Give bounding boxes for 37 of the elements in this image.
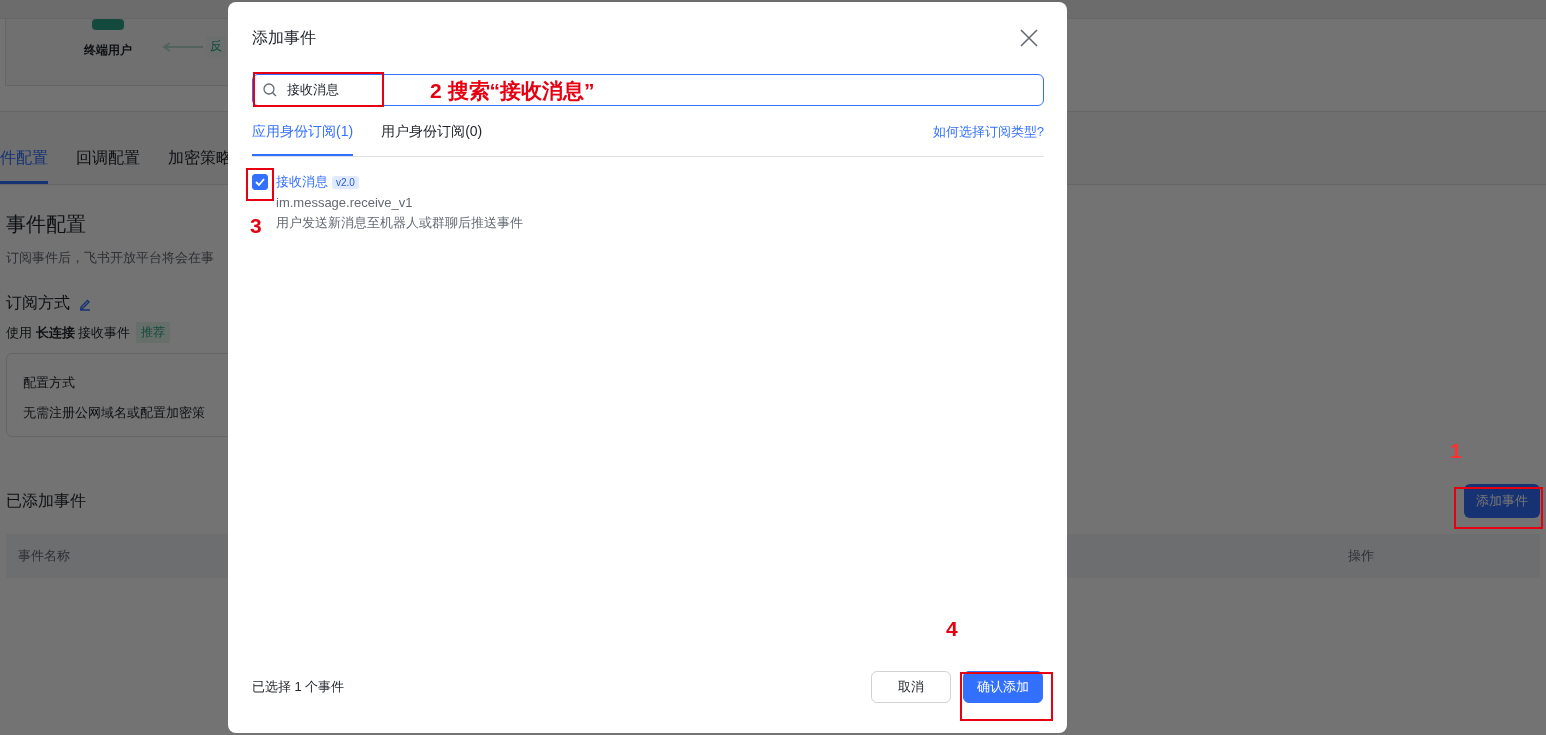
arrow-icon — [162, 41, 204, 52]
add-event-button[interactable]: 添加事件 — [1464, 484, 1540, 518]
tab[interactable]: 回调配置 — [76, 148, 140, 184]
highlight-box — [246, 168, 274, 201]
section-title: 已添加事件 — [6, 490, 86, 511]
selection-count: 已选择 1 个事件 — [252, 678, 345, 696]
event-key: im.message.receive_v1 — [276, 195, 1043, 210]
column-header: 操作 — [1348, 547, 1374, 565]
card-title: 配置方式 — [23, 374, 76, 392]
search-icon — [263, 83, 277, 97]
subsection-title: 订阅方式 — [6, 293, 70, 313]
annotation-label: 3 — [250, 215, 262, 236]
node-label: 终端用户 — [84, 42, 132, 59]
checkbox[interactable] — [252, 174, 268, 190]
annotation-label: 1 — [1450, 440, 1462, 461]
event-description: 用户发送新消息至机器人或群聊后推送事件 — [276, 214, 524, 232]
section-title: 事件配置 — [6, 212, 86, 237]
dialog-title: 添加事件 — [252, 27, 316, 48]
check-icon — [255, 178, 265, 186]
cancel-button[interactable]: 取消 — [871, 671, 951, 703]
description: 订阅事件后，飞书开放平台将会在事 — [6, 249, 215, 267]
tab[interactable]: 应用身份订阅(1) — [252, 123, 354, 156]
card-text: 无需注册公网域名或配置加密策 — [23, 404, 206, 422]
help-link[interactable]: 如何选择订阅类型? — [932, 123, 1044, 156]
subscription-text: 使用 长连接 接收事件 — [6, 323, 131, 342]
tab[interactable]: 件配置 — [0, 148, 48, 184]
confirm-button[interactable]: 确认添加 — [963, 671, 1043, 703]
edge-label: 反 — [206, 36, 226, 57]
version-tag: v2.0 — [332, 175, 359, 189]
tab[interactable]: 用户身份订阅(0) — [381, 123, 483, 156]
node-icon — [92, 19, 124, 30]
annotation-label: 2 搜索“接收消息” — [430, 80, 595, 101]
event-name[interactable]: 接收消息 — [276, 173, 328, 191]
column-header: 事件名称 — [18, 547, 70, 565]
annotation-label: 4 — [946, 618, 958, 639]
close-icon[interactable] — [1019, 28, 1039, 48]
tag: 推荐 — [136, 322, 171, 343]
